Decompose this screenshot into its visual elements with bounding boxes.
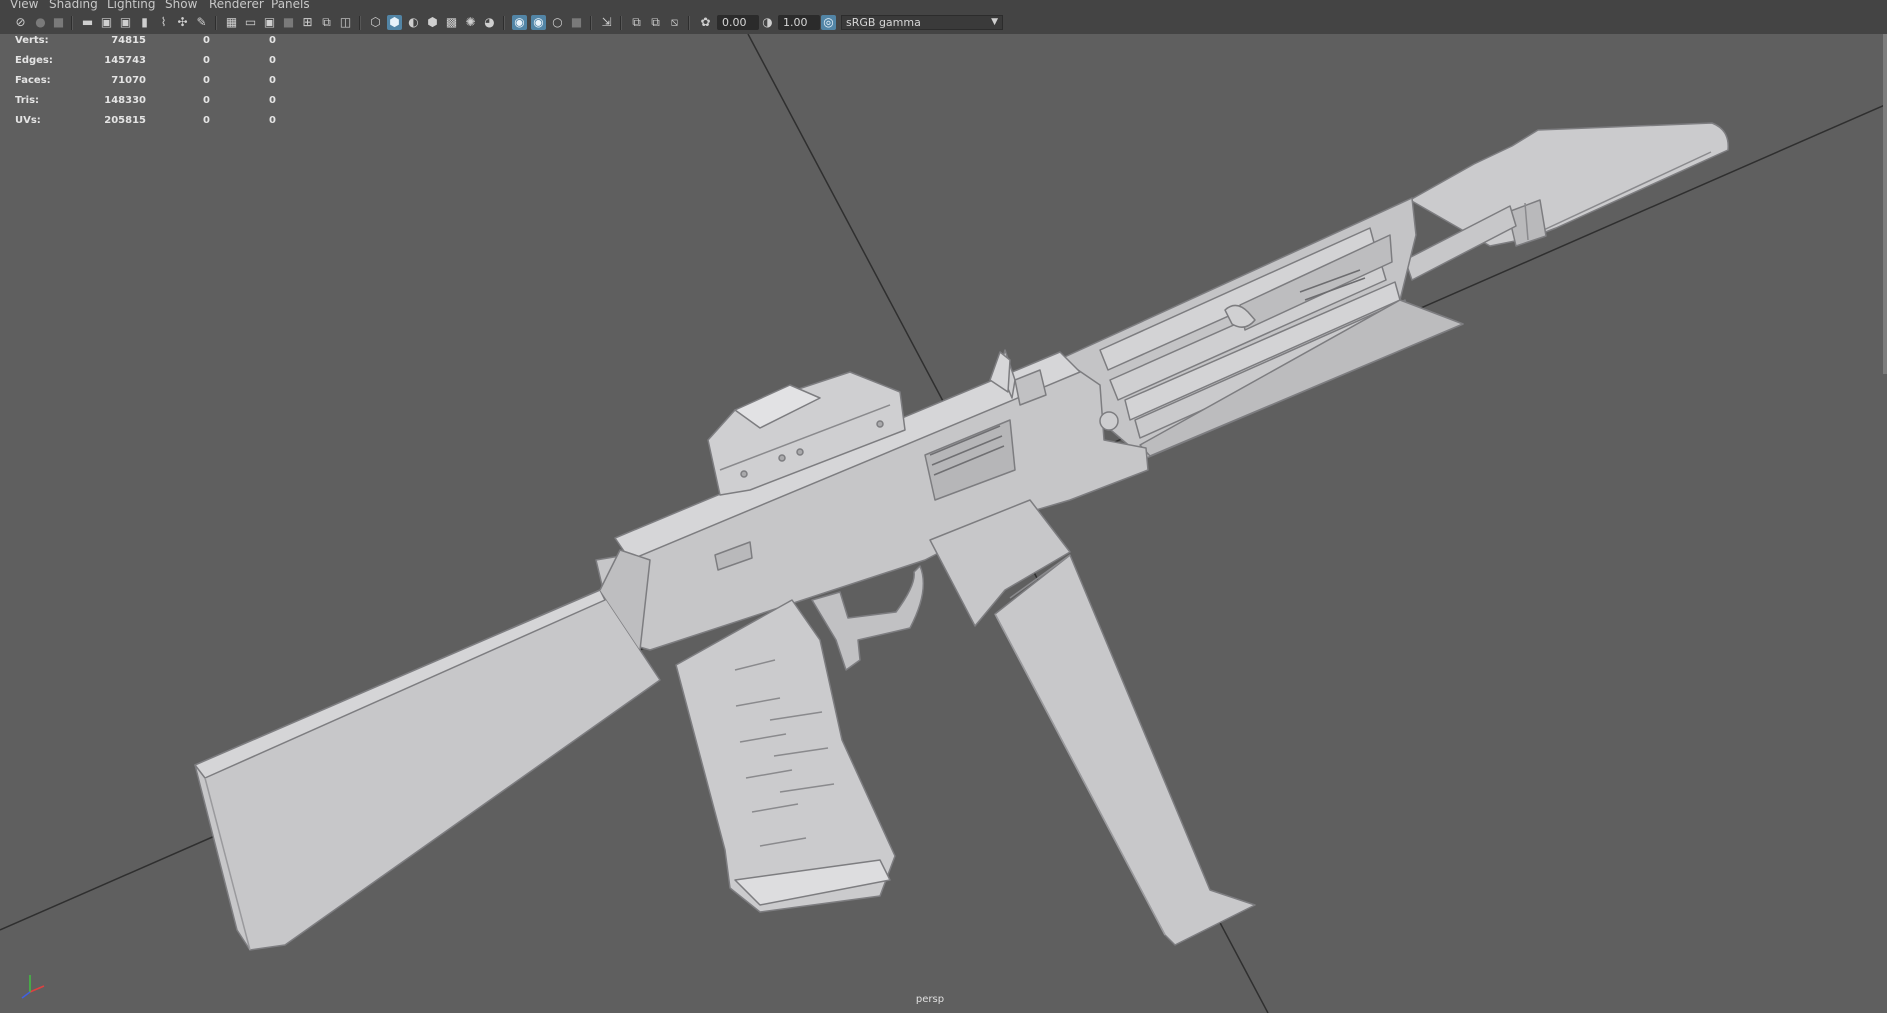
xray-icon[interactable]: ⧉ bbox=[629, 15, 644, 30]
menu-shading[interactable]: Shading bbox=[49, 0, 98, 11]
ambient-occlusion-icon[interactable]: ◉ bbox=[512, 15, 527, 30]
shaded-wireframe-icon[interactable]: ⬢ bbox=[425, 15, 440, 30]
default-material-icon[interactable]: ◐ bbox=[406, 15, 421, 30]
hud-label: Tris: bbox=[15, 95, 40, 106]
magazine bbox=[929, 499, 1256, 946]
panel-toolbar: ⊘ ● ■ ▬ ▣ ▣ ▮ ⌇ ✣ ✎ ▦ ▭ ▣ ■ ⊞ ⧉ ◫ ⬡ ⬢ ◐ … bbox=[0, 11, 1887, 35]
hud-value-components: 0 bbox=[269, 75, 276, 86]
chevron-down-icon: ▼ bbox=[991, 17, 998, 27]
weapon-model[interactable] bbox=[194, 122, 1729, 951]
menu-view[interactable]: View bbox=[10, 0, 38, 11]
exposure-icon[interactable]: ✿ bbox=[698, 15, 713, 30]
hud-value-total: 148330 bbox=[104, 95, 146, 106]
toolbar-separator bbox=[359, 16, 361, 30]
camera-sequencer-icon[interactable]: ▣ bbox=[118, 15, 133, 30]
hud-value-components: 0 bbox=[269, 115, 276, 126]
image-plane-icon[interactable]: ⌇ bbox=[156, 15, 171, 30]
hud-value-total: 205815 bbox=[104, 115, 146, 126]
hud-value-total: 145743 bbox=[104, 55, 146, 66]
maya-viewport-panel: View Shading Lighting Show Renderer Pane… bbox=[0, 0, 1887, 1013]
antialiasing-icon[interactable]: ◉ bbox=[531, 15, 546, 30]
hud-value-selected: 0 bbox=[203, 35, 210, 46]
exposure-field[interactable]: 0.00 bbox=[717, 15, 759, 30]
handguard bbox=[1057, 197, 1464, 466]
toolbar-separator bbox=[590, 16, 592, 30]
hud-value-selected: 0 bbox=[203, 55, 210, 66]
stock bbox=[194, 549, 661, 951]
hud-label: Verts: bbox=[15, 35, 49, 46]
field-chart-icon[interactable]: ⊞ bbox=[300, 15, 315, 30]
viewport-scrollbar[interactable] bbox=[1883, 34, 1887, 374]
hud-value-selected: 0 bbox=[203, 95, 210, 106]
toolbar-separator bbox=[688, 16, 690, 30]
hud-label: Faces: bbox=[15, 75, 51, 86]
color-space-dropdown[interactable]: sRGB gamma ▼ bbox=[841, 15, 1003, 30]
hud-value-total: 74815 bbox=[111, 35, 146, 46]
gamma-icon[interactable]: ◑ bbox=[760, 15, 775, 30]
toolbar-separator bbox=[71, 16, 73, 30]
depth-of-field-icon[interactable]: ○ bbox=[550, 15, 565, 30]
shadows-icon[interactable]: ◕ bbox=[482, 15, 497, 30]
safe-action-icon[interactable]: ⧉ bbox=[319, 15, 334, 30]
camera-name-label: persp bbox=[915, 994, 945, 1005]
safe-title-icon[interactable]: ◫ bbox=[338, 15, 353, 30]
axis-gizmo-icon bbox=[21, 975, 45, 999]
select-camera-icon[interactable]: ⊘ bbox=[13, 15, 28, 30]
hud-value-selected: 0 bbox=[203, 115, 210, 126]
hud-label: Edges: bbox=[15, 55, 53, 66]
3d-viewport[interactable]: Verts: 74815 0 0 Edges: 145743 0 0 Faces… bbox=[0, 34, 1887, 1013]
bookmark-camera-icon[interactable]: ▣ bbox=[99, 15, 114, 30]
menu-show[interactable]: Show bbox=[165, 0, 197, 11]
bookmark-icon[interactable]: ▮ bbox=[137, 15, 152, 30]
gate-mask-icon[interactable]: ■ bbox=[281, 15, 296, 30]
gamma-field[interactable]: 1.00 bbox=[778, 15, 820, 30]
panel-menu-bar: View Shading Lighting Show Renderer Pane… bbox=[0, 0, 1887, 11]
motion-blur-icon[interactable]: ■ bbox=[569, 15, 584, 30]
hud-value-components: 0 bbox=[269, 55, 276, 66]
color-space-label: sRGB gamma bbox=[846, 16, 921, 29]
film-gate-icon[interactable]: ▭ bbox=[243, 15, 258, 30]
camera-attributes-icon[interactable]: ■ bbox=[51, 15, 66, 30]
isolate-select-icon[interactable]: ⇲ bbox=[599, 15, 614, 30]
lighting-icon[interactable]: ✺ bbox=[463, 15, 478, 30]
xray-joints-icon[interactable]: ⧉ bbox=[648, 15, 663, 30]
viewport-scene bbox=[0, 34, 1887, 1013]
camera-icon[interactable]: ▬ bbox=[80, 15, 95, 30]
hud-value-components: 0 bbox=[269, 95, 276, 106]
pistol-grip bbox=[675, 599, 896, 913]
menu-panels[interactable]: Panels bbox=[271, 0, 310, 11]
2d-pan-zoom-icon[interactable]: ✣ bbox=[175, 15, 190, 30]
resolution-gate-icon[interactable]: ▣ bbox=[262, 15, 277, 30]
menu-lighting[interactable]: Lighting bbox=[107, 0, 156, 11]
smooth-shade-icon[interactable]: ⬢ bbox=[387, 15, 402, 30]
hud-value-selected: 0 bbox=[203, 75, 210, 86]
lock-camera-icon[interactable]: ● bbox=[33, 15, 48, 30]
wireframe-icon[interactable]: ⬡ bbox=[368, 15, 383, 30]
grid-icon[interactable]: ▦ bbox=[224, 15, 239, 30]
grease-pencil-icon[interactable]: ✎ bbox=[194, 15, 209, 30]
toolbar-separator bbox=[215, 16, 217, 30]
hud-value-components: 0 bbox=[269, 35, 276, 46]
menu-renderer[interactable]: Renderer bbox=[209, 0, 264, 11]
toolbar-separator bbox=[503, 16, 505, 30]
hud-label: UVs: bbox=[15, 115, 41, 126]
suppressor bbox=[1409, 122, 1729, 247]
toolbar-separator bbox=[620, 16, 622, 30]
color-management-icon[interactable]: ◎ bbox=[821, 15, 836, 30]
hud-value-total: 71070 bbox=[111, 75, 146, 86]
textured-icon[interactable]: ▩ bbox=[444, 15, 459, 30]
xray-components-icon[interactable]: ⧅ bbox=[667, 15, 682, 30]
